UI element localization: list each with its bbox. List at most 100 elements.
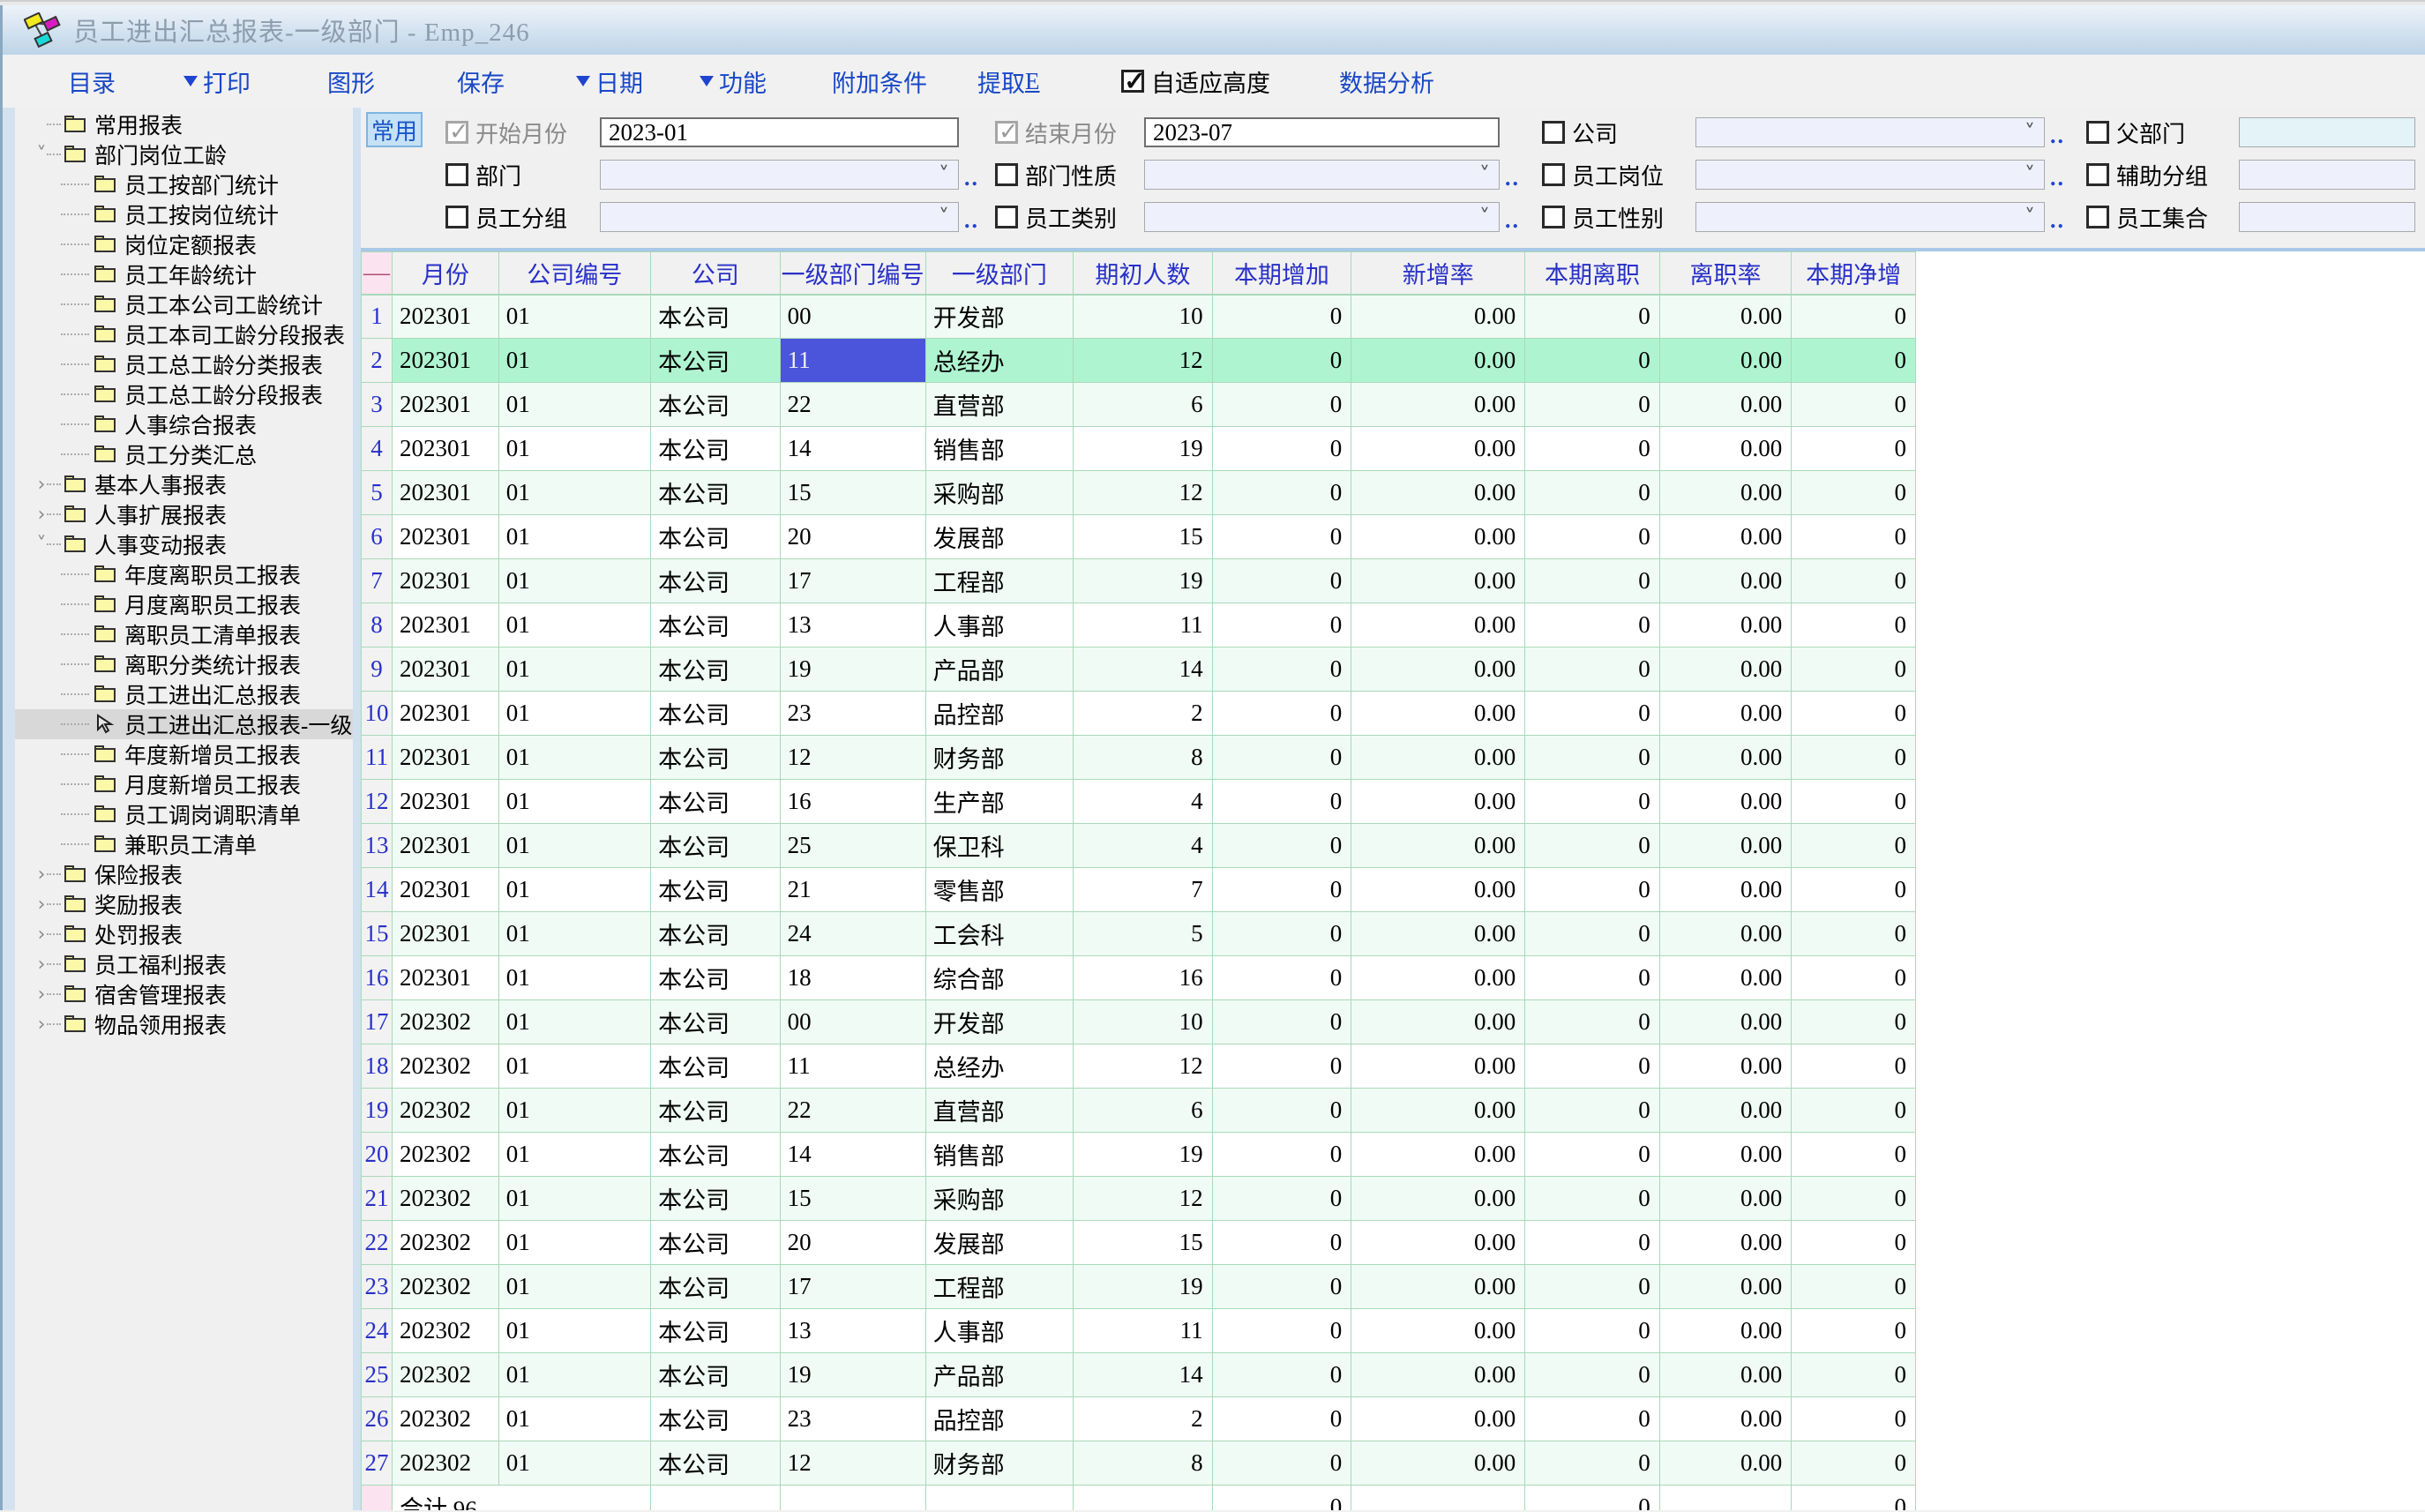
filter-side-field[interactable] [2239, 117, 2415, 147]
table-cell[interactable]: 0.00 [1351, 912, 1525, 956]
table-cell[interactable]: 0.00 [1659, 1397, 1791, 1441]
table-cell[interactable]: 01 [498, 1177, 650, 1221]
table-cell[interactable]: 0 [1525, 295, 1660, 339]
table-cell[interactable]: 0.00 [1659, 471, 1791, 515]
row-number-cell[interactable]: 11 [362, 736, 393, 780]
table-cell[interactable]: 0 [1212, 383, 1351, 427]
toolbar-item-9[interactable]: 数据分析 [1339, 55, 1434, 108]
table-cell[interactable]: 人事部 [925, 603, 1073, 647]
table-cell[interactable]: 本公司 [651, 780, 780, 824]
toolbar-item-2[interactable]: 打印 [183, 55, 251, 108]
row-number-header[interactable]: — [362, 252, 393, 295]
row-number-cell[interactable]: 22 [362, 1221, 393, 1265]
table-cell[interactable]: 0 [1525, 912, 1660, 956]
table-cell[interactable]: 01 [498, 824, 650, 868]
tree-item[interactable]: 月度新增员工报表 [15, 769, 353, 799]
table-cell[interactable]: 14 [780, 1133, 925, 1177]
table-cell[interactable]: 0.00 [1659, 868, 1791, 912]
table-cell[interactable]: 01 [498, 339, 650, 383]
table-cell[interactable]: 16 [780, 780, 925, 824]
table-cell[interactable]: 10 [1074, 295, 1213, 339]
table-cell[interactable]: 发展部 [925, 1221, 1073, 1265]
table-cell[interactable]: 0 [1792, 1309, 1916, 1353]
toolbar-item-4[interactable]: 保存 [457, 55, 505, 108]
table-cell[interactable]: 0.00 [1351, 1441, 1525, 1486]
tree-item[interactable]: 离职员工清单报表 [15, 619, 353, 649]
table-cell[interactable]: 本公司 [651, 1089, 780, 1133]
row-number-cell[interactable]: 24 [362, 1309, 393, 1353]
table-cell[interactable]: 0 [1525, 1133, 1660, 1177]
table-cell[interactable]: 0 [1212, 471, 1351, 515]
table-cell[interactable]: 本公司 [651, 295, 780, 339]
table-cell[interactable]: 0 [1212, 559, 1351, 603]
table-cell[interactable]: 19 [780, 1353, 925, 1397]
filter-combobox[interactable]: ˅ [600, 160, 959, 190]
table-cell[interactable]: 01 [498, 780, 650, 824]
table-cell[interactable]: 22 [780, 1089, 925, 1133]
table-cell[interactable]: 0 [1212, 515, 1351, 559]
table-cell[interactable]: 0.00 [1351, 868, 1525, 912]
chevron-down-icon[interactable]: ˅ [2025, 120, 2035, 145]
table-cell[interactable]: 0.00 [1351, 471, 1525, 515]
table-cell[interactable]: 0 [1525, 868, 1660, 912]
table-cell[interactable]: 22 [780, 383, 925, 427]
table-cell[interactable]: 01 [498, 1441, 650, 1486]
table-cell[interactable]: 0 [1792, 912, 1916, 956]
table-cell[interactable]: 0.00 [1659, 736, 1791, 780]
table-cell[interactable]: 0 [1212, 427, 1351, 471]
table-cell[interactable]: 0 [1212, 1177, 1351, 1221]
table-cell[interactable]: 0 [1792, 1353, 1916, 1397]
row-number-cell[interactable]: 18 [362, 1044, 393, 1089]
row-number-cell[interactable]: 20 [362, 1133, 393, 1177]
table-cell[interactable]: 202301 [392, 824, 498, 868]
table-cell[interactable]: 01 [498, 912, 650, 956]
table-cell[interactable]: 7 [1074, 868, 1213, 912]
table-cell[interactable]: 0 [1792, 1441, 1916, 1486]
table-cell[interactable]: 0 [1525, 1353, 1660, 1397]
table-cell[interactable]: 12 [780, 1441, 925, 1486]
table-cell[interactable]: 01 [498, 383, 650, 427]
table-cell[interactable]: 本公司 [651, 339, 780, 383]
filter-checkbox[interactable] [1542, 163, 1565, 186]
table-cell[interactable]: 0 [1525, 1441, 1660, 1486]
tree-item[interactable]: 员工本公司工龄统计 [15, 289, 353, 319]
table-cell[interactable]: 00 [780, 295, 925, 339]
table-cell[interactable]: 本公司 [651, 1353, 780, 1397]
table-cell[interactable]: 202302 [392, 1397, 498, 1441]
table-cell[interactable]: 开发部 [925, 295, 1073, 339]
table-cell[interactable]: 4 [1074, 824, 1213, 868]
table-cell[interactable]: 0 [1212, 956, 1351, 1000]
table-cell[interactable]: 0 [1525, 780, 1660, 824]
toolbar-item-5[interactable]: 日期 [576, 55, 643, 108]
table-cell[interactable]: 本公司 [651, 1133, 780, 1177]
tree-item[interactable]: ›奖励报表 [15, 889, 353, 919]
filter-combobox[interactable]: ˅ [1144, 160, 1500, 190]
table-cell[interactable]: 01 [498, 1309, 650, 1353]
table-cell[interactable]: 本公司 [651, 603, 780, 647]
table-cell[interactable]: 0.00 [1351, 824, 1525, 868]
table-cell[interactable]: 15 [780, 471, 925, 515]
table-cell[interactable]: 17 [780, 559, 925, 603]
row-number-cell[interactable]: 13 [362, 824, 393, 868]
table-cell[interactable]: 0 [1525, 383, 1660, 427]
table-cell[interactable]: 202302 [392, 1309, 498, 1353]
table-cell[interactable]: 11 [1074, 1309, 1213, 1353]
table-cell[interactable]: 0 [1792, 1000, 1916, 1044]
tree-item[interactable]: 兼职员工清单 [15, 829, 353, 859]
table-cell[interactable]: 0.00 [1351, 339, 1525, 383]
row-number-cell[interactable]: 12 [362, 780, 393, 824]
table-cell[interactable]: 0 [1212, 603, 1351, 647]
table-cell[interactable]: 综合部 [925, 956, 1073, 1000]
row-number-cell[interactable]: 8 [362, 603, 393, 647]
table-cell[interactable]: 202302 [392, 1177, 498, 1221]
row-number-cell[interactable]: 23 [362, 1265, 393, 1309]
table-cell[interactable]: 0.00 [1659, 647, 1791, 692]
table-cell[interactable]: 0 [1212, 1221, 1351, 1265]
table-cell[interactable]: 0.00 [1351, 1177, 1525, 1221]
table-cell[interactable]: 01 [498, 471, 650, 515]
table-cell[interactable]: 01 [498, 1265, 650, 1309]
table-cell[interactable]: 202302 [392, 1265, 498, 1309]
autofit-height-checkbox[interactable]: 自适应高度 [1121, 55, 1270, 108]
table-cell[interactable]: 0.00 [1659, 1000, 1791, 1044]
filter-month-input[interactable]: 2023-01 [600, 117, 959, 147]
